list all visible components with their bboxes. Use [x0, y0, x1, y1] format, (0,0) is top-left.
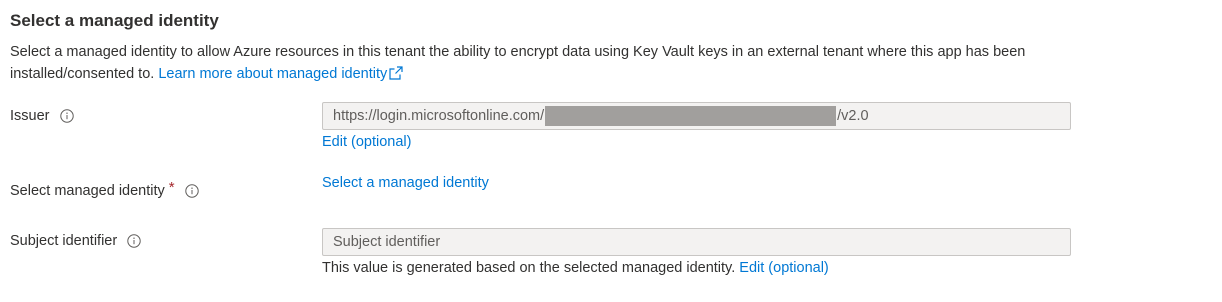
issuer-edit-link[interactable]: Edit (optional)	[322, 134, 411, 150]
info-icon[interactable]	[127, 234, 141, 248]
issuer-value-suffix: /v2.0	[837, 108, 869, 124]
subject-edit-link[interactable]: Edit (optional)	[739, 260, 828, 276]
subject-helper-text: This value is generated based on the sel…	[322, 260, 736, 276]
info-icon[interactable]	[184, 183, 199, 198]
redacted-tenant-id	[545, 106, 837, 126]
external-link-icon	[389, 65, 403, 87]
subject-placeholder: Subject identifier	[333, 234, 441, 250]
info-icon[interactable]	[59, 109, 74, 123]
managed-identity-label: Select managed identity	[10, 182, 165, 199]
issuer-label-group: Issuer	[10, 108, 74, 124]
learn-more-link[interactable]: Learn more about managed identity	[158, 66, 403, 82]
learn-more-label: Learn more about managed identity	[158, 66, 388, 82]
subject-helper-row: This value is generated based on the sel…	[322, 260, 829, 276]
subject-identifier-field[interactable]: Subject identifier	[322, 228, 1071, 256]
issuer-field[interactable]: https://login.microsoftonline.com/ /v2.0	[322, 102, 1071, 130]
subject-label-group: Subject identifier	[10, 233, 141, 249]
issuer-label: Issuer	[10, 108, 50, 124]
issuer-value-prefix: https://login.microsoftonline.com/	[333, 108, 545, 124]
select-managed-identity-link[interactable]: Select a managed identity	[322, 175, 489, 191]
subject-label: Subject identifier	[10, 233, 118, 249]
section-description: Select a managed identity to allow Azure…	[10, 41, 1070, 87]
section-title: Select a managed identity	[10, 11, 219, 30]
required-indicator: *	[168, 179, 175, 196]
managed-identity-label-group: Select managed identity *	[10, 179, 199, 199]
